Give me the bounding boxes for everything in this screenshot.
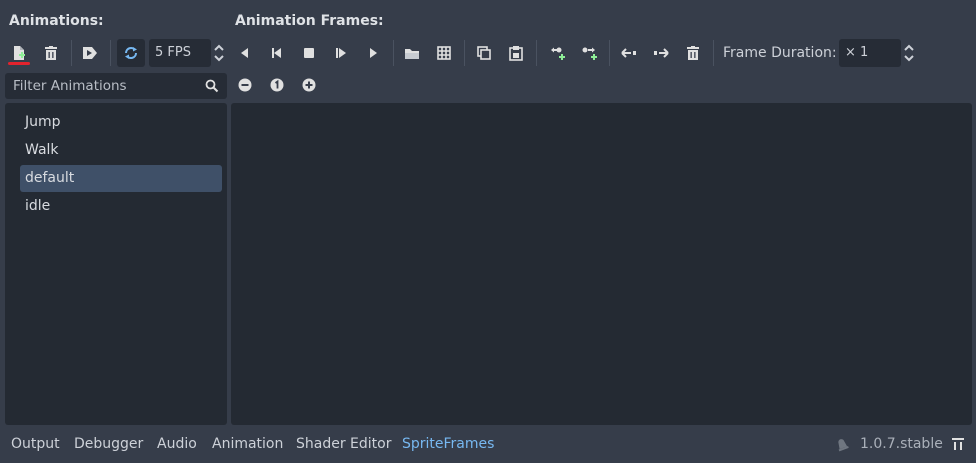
version-label: 1.0.7.stable	[860, 436, 943, 452]
fps-input[interactable]: 5 FPS	[149, 39, 211, 67]
frames-grid[interactable]	[231, 103, 972, 425]
list-item[interactable]: Walk	[20, 137, 222, 164]
tab-audio[interactable]: Audio	[157, 436, 197, 452]
autoplay-icon	[83, 47, 97, 59]
notification-bell-icon[interactable]	[834, 436, 850, 452]
zoom-out-button[interactable]	[233, 73, 257, 97]
tab-animation[interactable]: Animation	[212, 436, 283, 452]
frame-duration-label: Frame Duration:	[723, 45, 837, 61]
play-icon	[370, 48, 377, 58]
insert-empty-after-button[interactable]	[576, 40, 602, 66]
folder-icon	[405, 49, 419, 59]
play-from-start-button[interactable]	[328, 40, 354, 66]
list-item[interactable]: idle	[20, 193, 222, 220]
play-backwards-button[interactable]	[232, 40, 258, 66]
copy-icon	[477, 46, 491, 60]
insert-empty-before-button[interactable]	[544, 40, 570, 66]
move-right-icon	[654, 48, 669, 58]
delete-frame-button[interactable]	[680, 40, 706, 66]
search-icon	[205, 79, 219, 93]
spinbox-arrows-icon[interactable]	[903, 42, 915, 64]
paste-frame-button[interactable]	[503, 40, 529, 66]
active-underline	[8, 62, 30, 65]
delete-animation-button[interactable]	[38, 40, 64, 66]
separator	[536, 40, 537, 66]
move-left-icon	[621, 48, 636, 58]
autoplay-on-load-button[interactable]	[77, 40, 103, 66]
loop-icon	[125, 47, 137, 59]
tab-output[interactable]: Output	[11, 436, 60, 452]
play-from-start-icon	[336, 48, 346, 58]
copy-frame-button[interactable]	[471, 40, 497, 66]
zoom-in-button[interactable]	[297, 73, 321, 97]
tab-spriteframes[interactable]: SpriteFrames	[402, 436, 494, 452]
trash-icon	[687, 46, 699, 60]
separator	[609, 40, 610, 66]
filter-animations-box[interactable]	[5, 73, 227, 99]
insert-after-icon	[582, 47, 597, 60]
insert-before-icon	[551, 47, 565, 60]
paste-icon	[509, 46, 523, 61]
zoom-out-icon	[238, 78, 252, 92]
new-file-icon	[14, 46, 25, 60]
move-frame-right-button[interactable]	[648, 40, 674, 66]
animation-list: Jump Walk default idle	[5, 103, 227, 425]
separator	[393, 40, 394, 66]
stop-icon	[304, 48, 314, 58]
add-frames-from-file-button[interactable]	[399, 40, 425, 66]
separator	[110, 40, 111, 66]
animation-frames-header: Animation Frames:	[235, 13, 384, 29]
play-button[interactable]	[360, 40, 386, 66]
frame-duration-input[interactable]: × 1	[839, 39, 901, 67]
move-frame-left-button[interactable]	[616, 40, 642, 66]
stop-button[interactable]	[296, 40, 322, 66]
separator	[71, 40, 72, 66]
grid-icon	[437, 46, 451, 60]
tab-shader-editor[interactable]: Shader Editor	[296, 436, 391, 452]
play-backwards-from-end-icon	[272, 48, 281, 58]
trash-icon	[45, 46, 57, 60]
separator	[713, 40, 714, 66]
list-item[interactable]: Jump	[20, 109, 222, 136]
spinbox-arrows-icon[interactable]	[213, 42, 225, 64]
zoom-reset-button[interactable]	[265, 73, 289, 97]
play-backwards-icon	[241, 48, 248, 58]
tab-debugger[interactable]: Debugger	[74, 436, 143, 452]
play-backwards-from-end-button[interactable]	[264, 40, 290, 66]
add-frames-from-sprite-sheet-button[interactable]	[431, 40, 457, 66]
animations-header: Animations:	[9, 13, 104, 29]
separator	[464, 40, 465, 66]
filter-animations-input[interactable]	[11, 77, 205, 95]
list-item-selected[interactable]: default	[20, 165, 222, 192]
loop-toggle-button[interactable]	[117, 39, 145, 67]
zoom-reset-icon	[270, 78, 284, 92]
expand-panel-icon[interactable]	[950, 436, 966, 452]
zoom-in-icon	[302, 78, 316, 92]
